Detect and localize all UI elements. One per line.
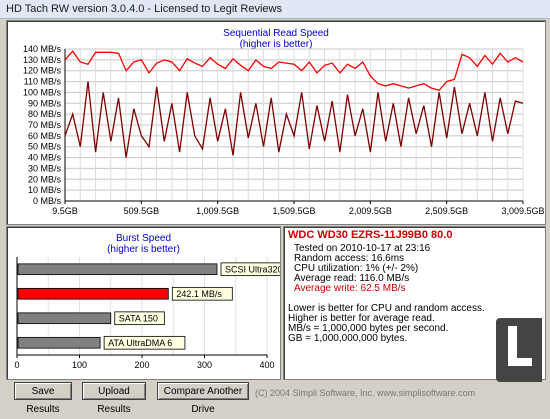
burst-bar-label: SCSI Ultra320 <box>225 265 280 275</box>
read-y-tick-label: 60 MB/s <box>28 131 62 141</box>
read-x-tick-label: 2,009.5GB <box>349 206 392 216</box>
read-y-tick-label: 90 MB/s <box>28 98 62 108</box>
burst-chart: 0 100 200 300 400 SCSI Ultra320 242.1 MB/s SATA… <box>14 257 280 370</box>
burst-bar-label: ATA UltraDMA 6 <box>108 338 172 348</box>
read-y-tick-label: 10 MB/s <box>28 185 62 195</box>
read-y-tick-label: 30 MB/s <box>28 163 62 173</box>
read-x-tick-label: 2,509.5GB <box>425 206 468 216</box>
read-y-tick-label: 70 MB/s <box>28 120 62 130</box>
burst-bar-label: SATA 150 <box>119 314 158 324</box>
read-x-tick-label: 9.5GB <box>52 206 78 216</box>
sequential-read-panel: Sequential Read Speed (higher is better)… <box>6 20 546 225</box>
burst-bar <box>17 287 169 300</box>
copyright-text: (C) 2004 Simpli Software, Inc. www.simpl… <box>255 388 476 398</box>
read-y-tick-label: 20 MB/s <box>28 174 62 184</box>
read-x-tick-label: 3,009.5GB <box>501 206 544 216</box>
burst-bar-label: 242.1 MB/s <box>176 289 222 299</box>
title-bar: HD Tach RW version 3.0.4.0 - Licensed to… <box>0 0 550 19</box>
read-y-tick-label: 120 MB/s <box>23 66 62 76</box>
burst-bar <box>17 263 218 276</box>
average-write: Average write: 62.5 MB/s <box>294 283 406 294</box>
burst-x-tick-label: 300 <box>197 360 212 370</box>
read-y-tick-label: 100 MB/s <box>23 87 62 97</box>
read-y-tick-label: 130 MB/s <box>23 55 62 65</box>
upload-results-button[interactable]: Upload Results <box>82 382 146 415</box>
burst-x-tick-label: 200 <box>134 360 149 370</box>
save-results-button[interactable]: Save Results <box>14 382 72 415</box>
read-y-tick-label: 50 MB/s <box>28 142 62 152</box>
burst-x-tick-label: 100 <box>72 360 87 370</box>
read-y-tick-label: 40 MB/s <box>28 153 62 163</box>
burst-x-tick-label: 400 <box>259 360 274 370</box>
window-title: HD Tach RW version 3.0.4.0 - Licensed to… <box>6 3 282 15</box>
note-gb: GB = 1,000,000,000 bytes. <box>288 333 408 344</box>
read-y-tick-label: 80 MB/s <box>28 109 62 119</box>
read-chart: 140 MB/s130 MB/s120 MB/s110 MB/s100 MB/s… <box>23 44 545 216</box>
read-x-tick-label: 509.5GB <box>124 206 160 216</box>
burst-bar <box>17 336 101 349</box>
legit-reviews-logo <box>496 318 542 382</box>
read-x-tick-label: 1,509.5GB <box>272 206 315 216</box>
burst-speed-panel: Burst Speed (higher is better) 0 100 200 30… <box>6 226 281 380</box>
read-y-tick-label: 0 MB/s <box>33 196 62 206</box>
read-y-tick-label: 140 MB/s <box>23 44 62 54</box>
drive-name: WDC WD30 EZRS-11J99B0 80.0 <box>288 229 453 241</box>
burst-bar <box>17 312 112 325</box>
read-y-tick-label: 110 MB/s <box>24 77 62 87</box>
burst-x-tick-label: 0 <box>14 360 19 370</box>
compare-drive-button[interactable]: Compare Another Drive <box>157 382 249 415</box>
read-x-tick-label: 1,009.5GB <box>196 206 239 216</box>
